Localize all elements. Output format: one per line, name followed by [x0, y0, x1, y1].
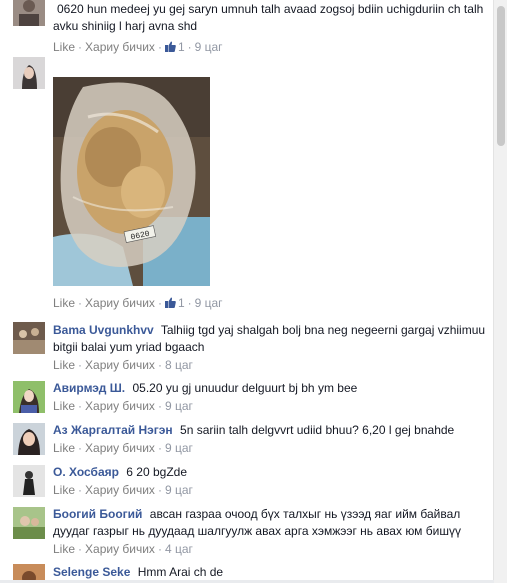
comment-author[interactable]: Боогий Боогий: [53, 507, 142, 521]
comment-text: 5n sariin talh delgvvrt udiid bhuu? 6,20…: [180, 423, 455, 437]
comment-actions: Like · Хариу бичих · 4 цаг: [53, 540, 486, 558]
comment-time[interactable]: 9 цаг: [165, 483, 193, 497]
comment-actions: Like · Хариу бичих · 9 цаг: [53, 397, 486, 415]
comment-text: 6 20 bgZde: [126, 465, 188, 479]
separator: ·: [157, 542, 162, 556]
avatar[interactable]: [13, 465, 45, 497]
scrollbar-thumb[interactable]: [497, 6, 505, 146]
avatar[interactable]: [13, 381, 45, 413]
comment-author[interactable]: Selenge Seke: [53, 565, 130, 579]
comment-text: 05.20 yu gj unuudur delguurt bj bh ym be…: [132, 381, 358, 395]
reply-link[interactable]: Хариу бичих: [85, 441, 155, 455]
like-link[interactable]: Like: [53, 40, 75, 54]
separator: ·: [187, 296, 192, 310]
comment-time[interactable]: 4 цаг: [165, 542, 193, 556]
separator: ·: [78, 40, 83, 54]
comment-actions: Like · Хариу бичих · 9 цаг: [53, 439, 486, 457]
comment-author[interactable]: О. Хосбаяр: [53, 465, 119, 479]
like-count[interactable]: 1: [164, 38, 185, 56]
separator: ·: [187, 40, 192, 54]
like-count-number: 1: [177, 296, 185, 310]
comment-time[interactable]: 9 цаг: [165, 441, 193, 455]
comment-text: Hmm Arai ch de: [137, 565, 224, 579]
bread-photo: 0620: [53, 77, 210, 286]
reply-link[interactable]: Хариу бичих: [85, 296, 155, 310]
comment-author[interactable]: Bama Uvgunkhvv: [53, 323, 154, 337]
avatar[interactable]: [13, 0, 45, 26]
reply-link[interactable]: Хариу бичих: [85, 483, 155, 497]
scrollbar[interactable]: [493, 0, 507, 583]
comment: Авирмэд Ш. 05.20 yu gj unuudur delguurt …: [0, 380, 494, 416]
comment-time[interactable]: 8 цаг: [165, 358, 193, 372]
like-count-number: 1: [177, 40, 185, 54]
comment-actions: Like · Хариу бичих · 1 · 9 цаг: [53, 38, 486, 56]
comment-time[interactable]: 9 цаг: [165, 399, 193, 413]
comment-text: 0620 hun medeej yu gej saryn umnuh talh …: [53, 2, 484, 33]
separator: ·: [78, 483, 83, 497]
separator: ·: [157, 483, 162, 497]
comment-actions: Like · Хариу бичих · 8 цаг: [53, 356, 486, 374]
like-link[interactable]: Like: [53, 358, 75, 372]
separator: ·: [78, 542, 83, 556]
like-link[interactable]: Like: [53, 542, 75, 556]
thumbs-up-icon: [164, 297, 176, 308]
comment-photo[interactable]: 0620: [53, 77, 210, 286]
avatar[interactable]: [13, 322, 45, 354]
like-link[interactable]: Like: [53, 399, 75, 413]
reply-link[interactable]: Хариу бичих: [85, 542, 155, 556]
comment: Аз Жаргалтай Нэгэн 5n sariin talh delgvv…: [0, 422, 494, 458]
comment-actions: Like · Хариу бичих · 9 цаг: [53, 481, 486, 499]
separator: ·: [157, 441, 162, 455]
comment-actions: Like · Хариу бичих · 1 · 9 цаг: [53, 294, 486, 312]
comment: 0620 Like · Хариу бичих · 1 · 9 цаг: [0, 56, 494, 318]
avatar[interactable]: [13, 57, 45, 89]
comment: 0620 hun medeej yu gej saryn umnuh talh …: [0, 0, 494, 54]
separator: ·: [157, 399, 162, 413]
avatar[interactable]: [13, 507, 45, 539]
reply-link[interactable]: Хариу бичих: [85, 399, 155, 413]
separator: ·: [78, 441, 83, 455]
reply-link[interactable]: Хариу бичих: [85, 40, 155, 54]
separator: ·: [78, 358, 83, 372]
like-link[interactable]: Like: [53, 441, 75, 455]
comment-author[interactable]: Авирмэд Ш.: [53, 381, 125, 395]
separator: ·: [157, 358, 162, 372]
reply-link[interactable]: Хариу бичих: [85, 358, 155, 372]
comment-time[interactable]: 9 цаг: [195, 40, 223, 54]
comment-author[interactable]: Аз Жаргалтай Нэгэн: [53, 423, 173, 437]
separator: ·: [78, 296, 83, 310]
comment: Боогий Боогий авсан газраа очоод бүх тал…: [0, 506, 494, 558]
comment: О. Хосбаяр 6 20 bgZde Like · Хариу бичих · 9…: [0, 464, 494, 500]
comment-thread: 0620 hun medeej yu gej saryn umnuh talh …: [0, 0, 494, 583]
comment: Bama Uvgunkhvv Talhiig tgd yaj shalgah b…: [0, 322, 494, 374]
like-count[interactable]: 1: [164, 294, 185, 312]
thumbs-up-icon: [164, 41, 176, 52]
separator: ·: [78, 399, 83, 413]
separator: ·: [157, 296, 162, 310]
like-link[interactable]: Like: [53, 483, 75, 497]
like-link[interactable]: Like: [53, 296, 75, 310]
comment-time[interactable]: 9 цаг: [195, 296, 223, 310]
separator: ·: [157, 40, 162, 54]
avatar[interactable]: [13, 423, 45, 455]
